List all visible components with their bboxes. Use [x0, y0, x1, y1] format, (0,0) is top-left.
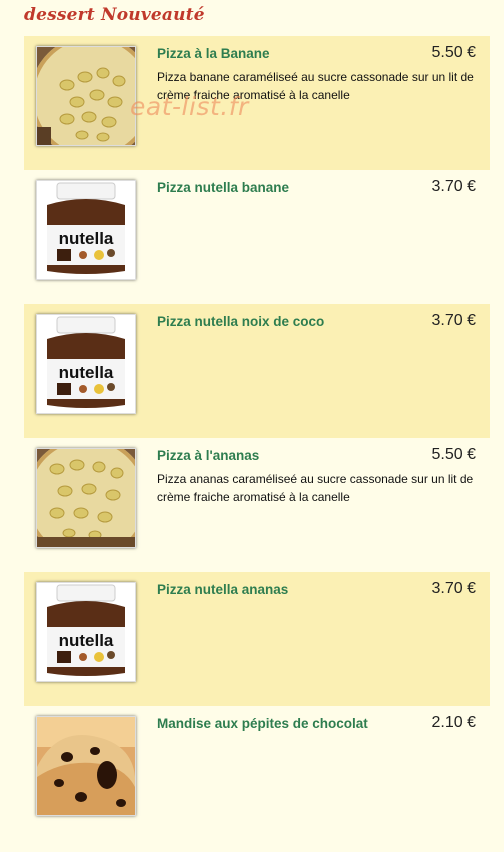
- item-price: 3.70 €: [431, 312, 476, 329]
- chocolate-chip-muffin-image[interactable]: [36, 716, 136, 816]
- item-price: 3.70 €: [431, 580, 476, 597]
- item-name: Pizza nutella ananas: [157, 582, 289, 597]
- item-name: Pizza nutella banane: [157, 180, 290, 195]
- nutella-jar-image[interactable]: nutella: [36, 180, 136, 280]
- nutella-logo: nutella: [59, 631, 114, 650]
- item-name: Pizza à la Banane: [157, 46, 270, 61]
- nutella-logo: nutella: [59, 229, 114, 248]
- item-description: Pizza banane caraméliseé au sucre casson…: [157, 70, 474, 102]
- menu-item[interactable]: nutella Pizza nutella ananas 3.70 €: [24, 572, 490, 706]
- item-name: Pizza nutella noix de coco: [157, 314, 325, 329]
- item-name: Mandise aux pépites de chocolat: [157, 716, 368, 731]
- item-name: Pizza à l'ananas: [157, 448, 260, 463]
- nutella-jar-image[interactable]: nutella: [36, 314, 136, 414]
- menu-item[interactable]: Pizza à l'ananas 5.50 € Pizza ananas car…: [24, 438, 490, 572]
- banana-pizza-image[interactable]: [36, 46, 136, 146]
- menu-item[interactable]: nutella Pizza nutella noix de coco 3.70 …: [24, 304, 490, 438]
- item-price: 3.70 €: [431, 178, 476, 195]
- menu-item[interactable]: Pizza à la Banane 5.50 € Pizza banane ca…: [24, 36, 490, 170]
- nutella-logo: nutella: [59, 363, 114, 382]
- menu-item[interactable]: Mandise aux pépites de chocolat 2.10 €: [24, 706, 490, 840]
- item-price: 5.50 €: [431, 44, 476, 61]
- menu-item[interactable]: nutella Pizza nutella banane 3.70 €: [24, 170, 490, 304]
- item-description: Pizza ananas caraméliseé au sucre casson…: [157, 472, 474, 504]
- menu-list: Pizza à la Banane 5.50 € Pizza banane ca…: [24, 36, 490, 840]
- section-title: dessert Nouveauté: [24, 5, 205, 25]
- item-price: 2.10 €: [431, 714, 476, 731]
- banana-pizza-image[interactable]: [36, 448, 136, 548]
- item-price: 5.50 €: [431, 446, 476, 463]
- nutella-jar-image[interactable]: nutella: [36, 582, 136, 682]
